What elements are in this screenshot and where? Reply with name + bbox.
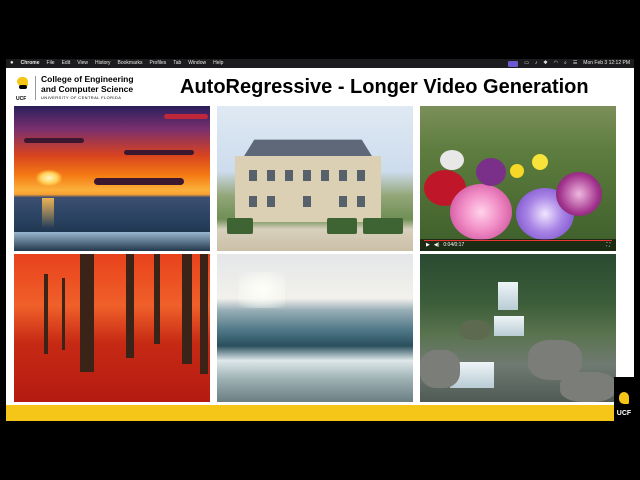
menu-help[interactable]: Help: [213, 59, 223, 68]
menu-bookmarks[interactable]: Bookmarks: [118, 59, 143, 68]
video-progress-bar[interactable]: [424, 240, 612, 241]
menu-clock[interactable]: Mon Feb 3 12:12 PM: [583, 59, 630, 68]
logo-divider: [35, 76, 36, 100]
video-sunset-ocean[interactable]: [14, 106, 210, 251]
menu-history[interactable]: History: [95, 59, 111, 68]
menu-file[interactable]: File: [47, 59, 55, 68]
footer-accent-bar: [6, 405, 634, 421]
bluetooth-icon[interactable]: ✱: [543, 59, 547, 68]
menu-tab[interactable]: Tab: [173, 59, 181, 68]
menu-view[interactable]: View: [77, 59, 88, 68]
ucf-badge-text: UCF: [616, 410, 632, 417]
slide-title: AutoRegressive - Longer Video Generation: [180, 76, 589, 98]
wifi-icon[interactable]: ◠: [554, 59, 558, 68]
ucf-cecs-logo: UCF College of Engineering and Computer …: [16, 74, 166, 106]
logo-mark: UCF: [16, 96, 27, 102]
pegasus-icon: UCF: [16, 77, 30, 102]
search-icon[interactable]: ⌕: [564, 59, 567, 68]
screen-record-icon[interactable]: [508, 60, 519, 67]
video-flowers[interactable]: ▶ ◀) 0:04/0:17 ⛶: [420, 106, 616, 251]
menu-bar: ● Chrome File Edit View History Bookmark…: [6, 59, 634, 68]
presentation-slide: UCF College of Engineering and Computer …: [6, 68, 634, 421]
video-player-controls[interactable]: ▶ ◀) 0:04/0:17 ⛶: [420, 239, 616, 251]
control-center-icon[interactable]: ☰: [573, 59, 577, 68]
video-chateau[interactable]: [217, 106, 413, 251]
menu-app-name[interactable]: Chrome: [21, 59, 40, 68]
menu-window[interactable]: Window: [188, 59, 206, 68]
menu-profiles[interactable]: Profiles: [150, 59, 167, 68]
logo-university: UNIVERSITY OF CENTRAL FLORIDA: [41, 95, 122, 100]
pegasus-icon: [619, 392, 629, 404]
ucf-badge: UCF: [614, 377, 634, 421]
logo-college-line1: College of Engineering: [41, 74, 134, 84]
logo-college-line2: and Computer Science: [41, 84, 134, 94]
apple-icon[interactable]: ●: [10, 59, 14, 68]
video-waterfall[interactable]: [420, 254, 616, 402]
menu-edit[interactable]: Edit: [62, 59, 71, 68]
video-autumn-forest[interactable]: [14, 254, 210, 402]
audio-icon[interactable]: ♪: [535, 59, 538, 68]
display-icon[interactable]: ▭: [524, 59, 529, 68]
video-ocean-wave[interactable]: [217, 254, 413, 402]
